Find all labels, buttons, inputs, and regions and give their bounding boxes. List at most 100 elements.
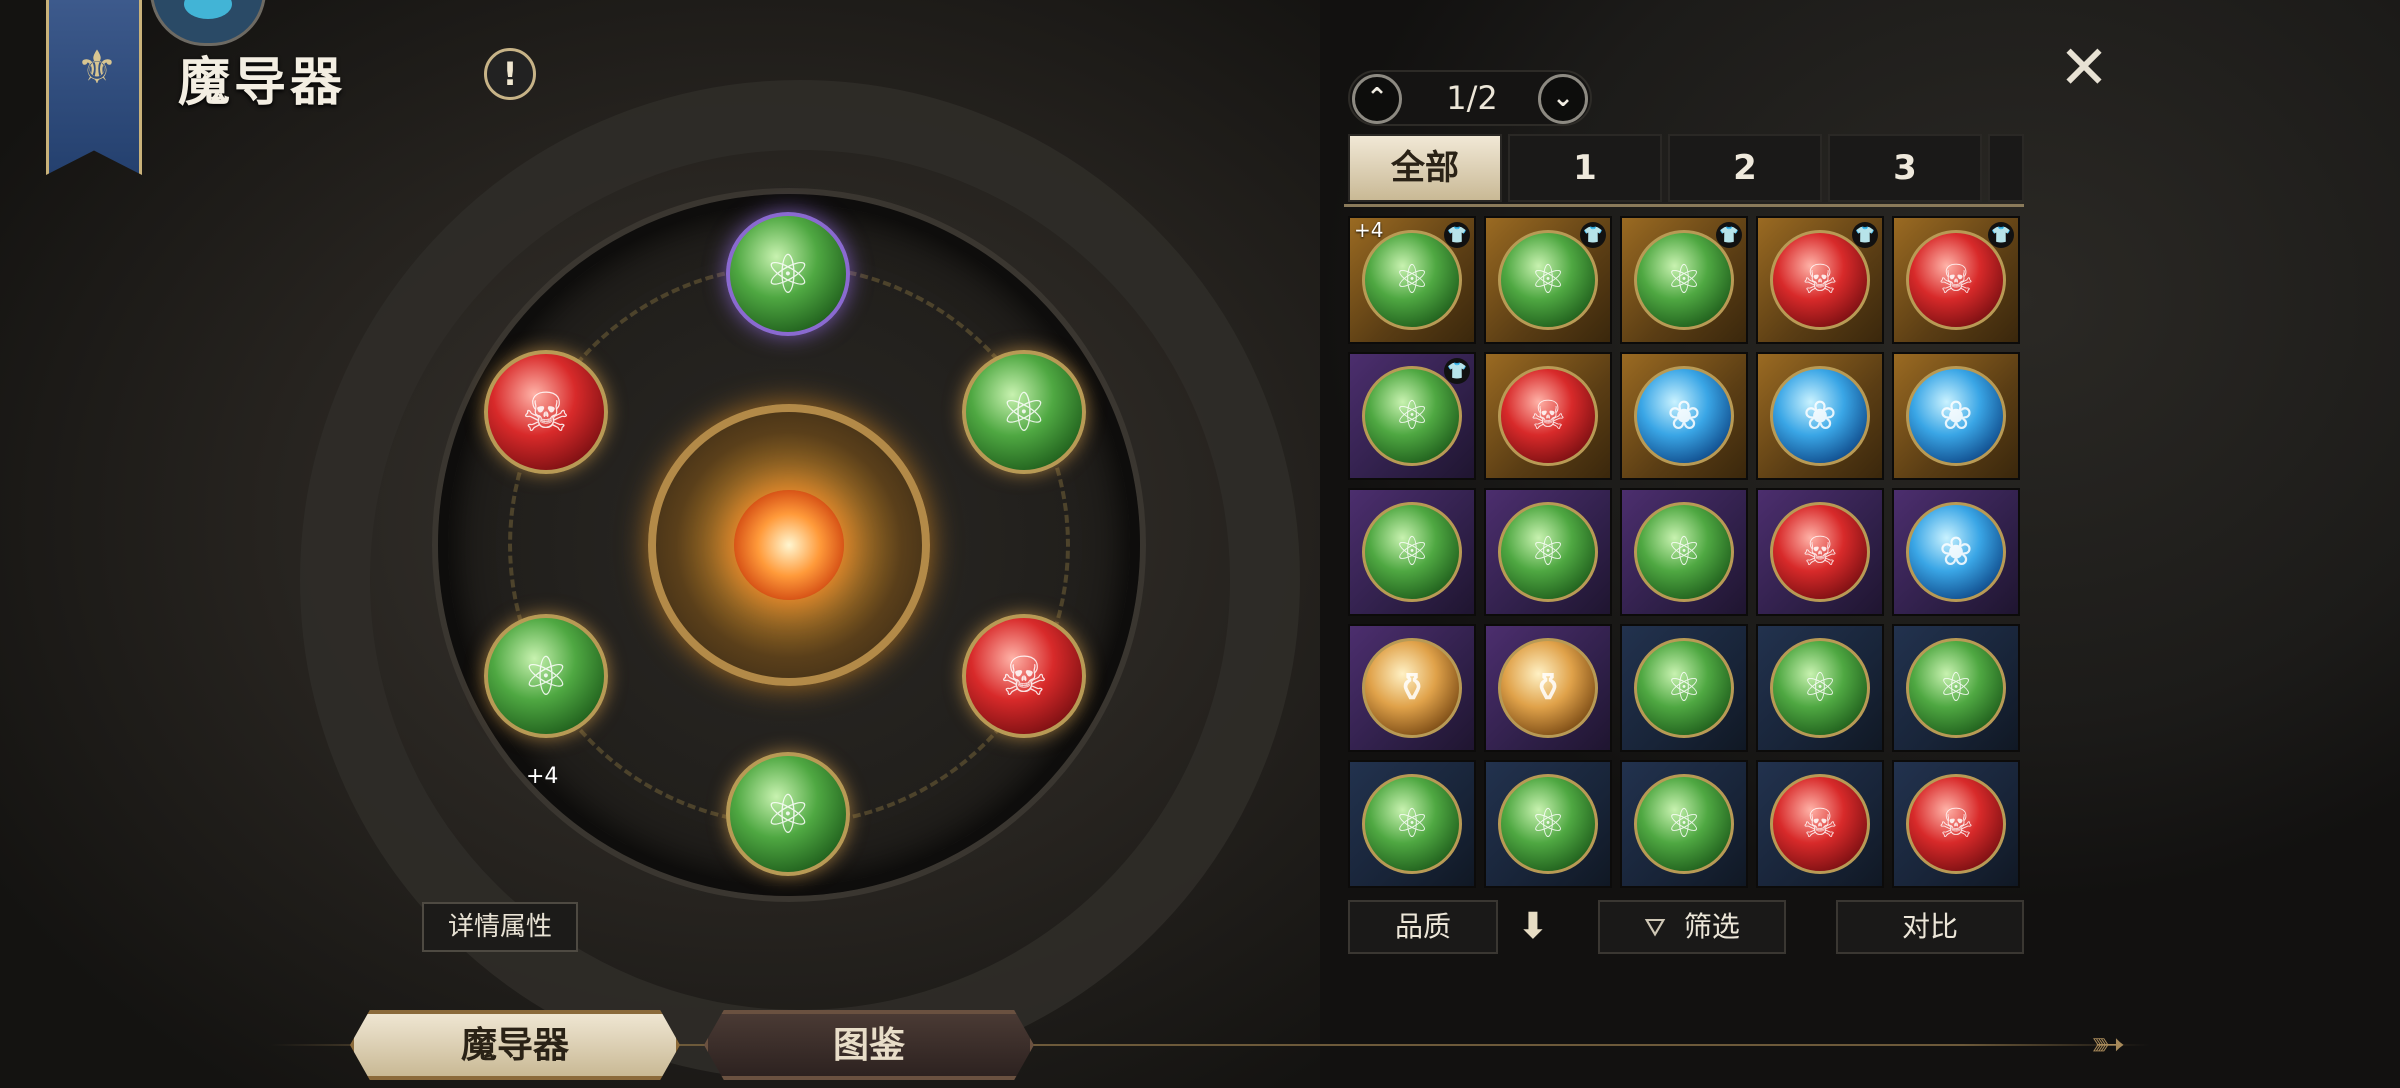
atom-gem-icon: ⚛ xyxy=(999,380,1049,444)
item-gem: ❀ xyxy=(1906,366,2006,466)
item-gem: ⚱ xyxy=(1362,638,1462,738)
atom-gem-icon: ⚛ xyxy=(521,644,571,708)
inventory-item[interactable]: ❀ xyxy=(1620,352,1748,480)
crest-gem-icon: ☠ xyxy=(521,380,571,444)
item-gem: ⚛ xyxy=(1634,774,1734,874)
item-gem: ⚛ xyxy=(1498,502,1598,602)
item-gem: ⚛ xyxy=(1770,638,1870,738)
atom-gem-icon: ⚛ xyxy=(1938,665,1974,711)
crest-gem-icon: ☠ xyxy=(999,644,1049,708)
item-gem: ⚛ xyxy=(1906,638,2006,738)
tab-2[interactable]: 2 xyxy=(1668,134,1822,202)
inventory-item[interactable]: ⚛ xyxy=(1484,760,1612,888)
slot-lower-right[interactable]: ☠ xyxy=(962,614,1086,738)
atom-gem-icon: ⚛ xyxy=(1666,257,1702,303)
lotus-gem-icon: ❀ xyxy=(1939,529,1973,575)
item-gem: ⚛ xyxy=(1362,774,1462,874)
inventory-item[interactable]: ⚛ xyxy=(1620,760,1748,888)
slot-upper-right[interactable]: ⚛ xyxy=(962,350,1086,474)
item-gem: ⚱ xyxy=(1498,638,1598,738)
filter-button[interactable]: ⛛ 筛选 xyxy=(1598,900,1786,954)
item-gem: ⚛ xyxy=(1498,774,1598,874)
equipped-shirt-icon: 👕 xyxy=(1852,222,1878,248)
inventory-item[interactable]: ☠ xyxy=(1892,760,2020,888)
inventory-item[interactable]: ☠ xyxy=(1484,352,1612,480)
tab-all[interactable]: 全部 xyxy=(1348,134,1502,202)
sort-direction-icon[interactable]: ⬇ xyxy=(1516,904,1550,950)
enhance-level-label: +4 xyxy=(526,764,559,789)
lotus-gem-icon: ❀ xyxy=(1667,393,1701,439)
tab-overflow[interactable] xyxy=(1988,134,2024,202)
equipped-shirt-icon: 👕 xyxy=(1988,222,2014,248)
atom-gem-icon: ⚛ xyxy=(1394,257,1430,303)
item-gem: ☠ xyxy=(1770,774,1870,874)
inventory-item[interactable]: ☠ 👕 xyxy=(1756,216,1884,344)
slot-lower-left[interactable]: ⚛ xyxy=(484,614,608,738)
inventory-item[interactable]: ⚛ +4 👕 xyxy=(1348,216,1476,344)
inventory-item[interactable]: ⚛ 👕 xyxy=(1484,216,1612,344)
item-gem: ☠ xyxy=(1906,774,2006,874)
item-gem: ☠ xyxy=(1770,502,1870,602)
page-title: 魔导器 xyxy=(178,53,347,113)
inventory-item[interactable]: ⚛ xyxy=(1892,624,2020,752)
tab-1[interactable]: 1 xyxy=(1508,134,1662,202)
item-gem: ⚛ xyxy=(1634,638,1734,738)
item-gem: ⚛ xyxy=(1634,230,1734,330)
inventory-item[interactable]: ⚱ xyxy=(1484,624,1612,752)
tab-3[interactable]: 3 xyxy=(1828,134,1982,202)
tab-magic-device[interactable]: 魔导器 xyxy=(350,1010,680,1080)
crest-gem-icon: ☠ xyxy=(1530,393,1566,439)
page-down-button[interactable]: ⌄ xyxy=(1538,74,1588,124)
inventory-item[interactable]: ❀ xyxy=(1756,352,1884,480)
page-selector: ⌃ 1/2 ⌄ xyxy=(1348,70,1592,126)
crest-gem-icon: ☠ xyxy=(1802,257,1838,303)
slot-bottom[interactable]: ⚛ xyxy=(726,752,850,876)
crest-gem-icon: ☠ xyxy=(1802,529,1838,575)
close-icon[interactable]: ✕ xyxy=(2056,38,2112,98)
inventory-item[interactable]: ⚛ xyxy=(1348,488,1476,616)
inventory-item[interactable]: ❀ xyxy=(1892,488,2020,616)
atom-gem-icon: ⚛ xyxy=(1530,529,1566,575)
inventory-item[interactable]: ⚱ xyxy=(1348,624,1476,752)
inventory-item[interactable]: ⚛ 👕 xyxy=(1620,216,1748,344)
equipped-shirt-icon: 👕 xyxy=(1444,222,1470,248)
tab-codex[interactable]: 图鉴 xyxy=(704,1010,1034,1080)
atom-gem-icon: ⚛ xyxy=(763,242,813,306)
inventory-item[interactable]: ⚛ xyxy=(1348,760,1476,888)
atom-gem-icon: ⚛ xyxy=(1394,801,1430,847)
slot-upper-left[interactable]: ☠ xyxy=(484,350,608,474)
quality-sort-button[interactable]: 品质 xyxy=(1348,900,1498,954)
filter-icon: ⛛ xyxy=(1644,913,1666,943)
banner-emblem-icon: ⚜ xyxy=(76,40,118,94)
guild-banner: ⚜ xyxy=(46,0,142,175)
page-up-button[interactable]: ⌃ xyxy=(1352,74,1402,124)
compare-button[interactable]: 对比 xyxy=(1836,900,2024,954)
info-button[interactable]: ! xyxy=(484,48,536,100)
crest-gem-icon: ☠ xyxy=(1938,257,1974,303)
item-gem: ❀ xyxy=(1634,366,1734,466)
avatar-creature-icon xyxy=(184,0,232,19)
atom-gem-icon: ⚛ xyxy=(1802,665,1838,711)
filter-label: 筛选 xyxy=(1683,910,1740,943)
inventory-item[interactable]: ⚛ xyxy=(1756,624,1884,752)
atom-gem-icon: ⚛ xyxy=(763,782,813,846)
page-indicator: 1/2 xyxy=(1446,79,1498,117)
inventory-item[interactable]: ⚛ xyxy=(1620,624,1748,752)
inventory-item[interactable]: ☠ xyxy=(1756,760,1884,888)
inventory-item[interactable]: ☠ 👕 xyxy=(1892,216,2020,344)
inventory-item[interactable]: ⚛ xyxy=(1620,488,1748,616)
lantern-gem-icon: ⚱ xyxy=(1395,665,1429,711)
atom-gem-icon: ⚛ xyxy=(1394,393,1430,439)
item-gem: ⚛ xyxy=(1362,502,1462,602)
inventory-item[interactable]: ⚛ xyxy=(1484,488,1612,616)
inventory-item[interactable]: ☠ xyxy=(1756,488,1884,616)
detail-attributes-button[interactable]: 详情属性 xyxy=(422,902,578,952)
inventory-item[interactable]: ⚛ 👕 xyxy=(1348,352,1476,480)
category-tabs: 全部 1 2 3 xyxy=(1348,134,2024,206)
bow-icon: ➳ xyxy=(2090,1019,2126,1068)
item-gem: ☠ xyxy=(1498,366,1598,466)
inventory-item[interactable]: ❀ xyxy=(1892,352,2020,480)
lotus-gem-icon: ❀ xyxy=(1939,393,1973,439)
enhance-level-label: +4 xyxy=(1354,218,1384,242)
slot-top[interactable]: ⚛ xyxy=(726,212,850,336)
